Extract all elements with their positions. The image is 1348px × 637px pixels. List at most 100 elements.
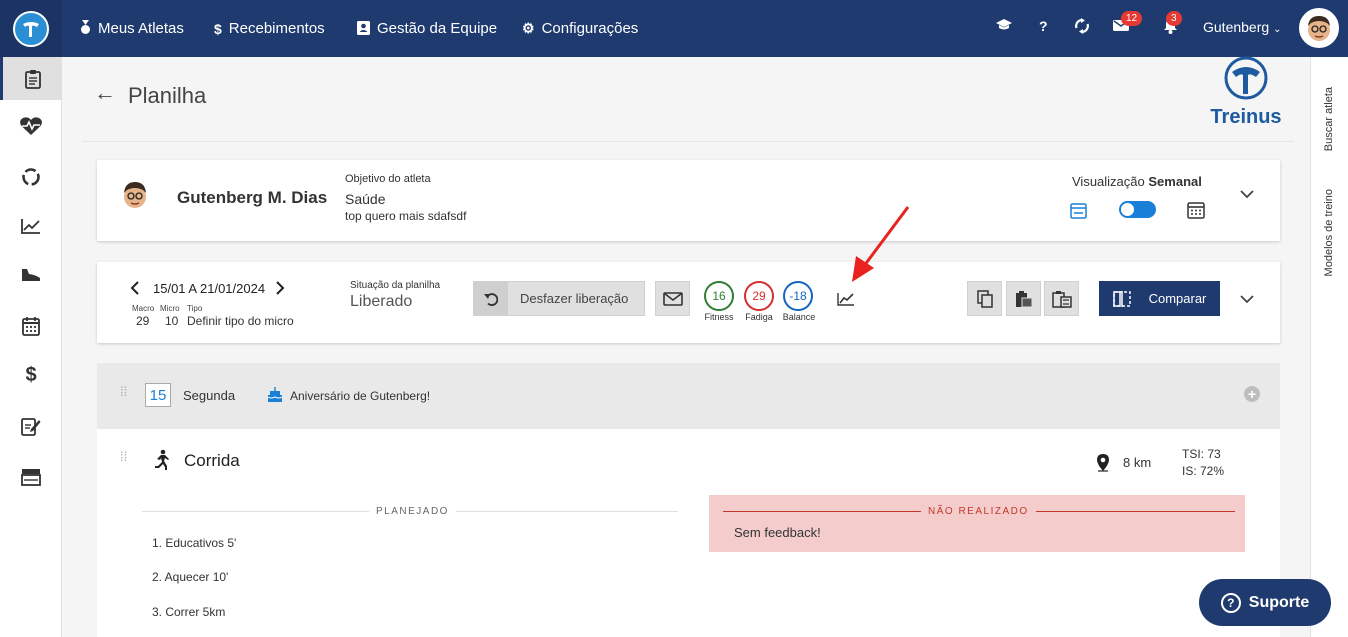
- copy-button[interactable]: [967, 281, 1002, 316]
- user-menu[interactable]: Gutenberg ⌄: [1203, 19, 1281, 35]
- athlete-avatar: [119, 178, 151, 214]
- chevron-down-icon[interactable]: [1240, 291, 1254, 309]
- paste-button[interactable]: [1006, 281, 1041, 316]
- fatigue-label: Fadiga: [745, 312, 773, 322]
- not-done-label: NÃO REALIZADO: [921, 506, 1036, 517]
- workout-title: Corrida: [184, 451, 240, 470]
- annotation-arrow: [852, 206, 910, 282]
- nav-recebimentos[interactable]: $ Recebimentos: [214, 0, 325, 57]
- header-divider: [82, 141, 1294, 142]
- fitness-label: Fitness: [704, 312, 734, 322]
- prev-week-icon[interactable]: [130, 281, 140, 300]
- messages-badge: 12: [1121, 11, 1143, 26]
- sidebar-item-chart[interactable]: [0, 204, 62, 247]
- gears-icon: ⚙: [522, 20, 535, 36]
- calendar-week-icon[interactable]: [1070, 202, 1087, 224]
- page-title: Planilha: [128, 83, 207, 108]
- running-icon: [152, 449, 170, 476]
- sidebar-item-heart[interactable]: [0, 104, 62, 147]
- view-label: Visualização Semanal: [1072, 174, 1202, 189]
- day-weekday: Segunda: [183, 388, 236, 403]
- sidebar-item-shoe[interactable]: [0, 253, 62, 296]
- left-sidebar: $: [0, 57, 62, 637]
- support-button[interactable]: ? Suporte: [1199, 579, 1331, 626]
- search-athlete-tab[interactable]: Buscar atleta: [1323, 87, 1335, 151]
- line-chart-icon: [21, 218, 40, 234]
- macro-label: Macro: [132, 304, 155, 313]
- not-done-panel: NÃO REALIZADO Sem feedback!: [709, 495, 1245, 552]
- email-button[interactable]: [655, 281, 690, 316]
- clipboard-swap-icon: [1051, 290, 1072, 308]
- medal-icon: [80, 19, 91, 38]
- sidebar-item-finance[interactable]: $: [0, 354, 62, 397]
- calendar-month-icon[interactable]: [1187, 201, 1205, 224]
- nav-configuracoes[interactable]: ⚙ Configurações: [522, 0, 638, 57]
- training-models-tab[interactable]: Modelos de treino: [1323, 189, 1335, 276]
- nav-gestao-equipe[interactable]: Gestão da Equipe: [357, 0, 497, 57]
- birthday-text: Aniversário de Gutenberg!: [290, 389, 431, 403]
- objective-value: Saúde: [345, 191, 386, 207]
- shoe-icon: [22, 268, 40, 281]
- fitness-metric[interactable]: 16: [704, 281, 734, 311]
- compare-button[interactable]: Comparar: [1099, 281, 1220, 316]
- list-item: 3. Correr 5km: [152, 605, 226, 619]
- clapperboard-icon: [21, 468, 41, 486]
- sidebar-item-cycle[interactable]: [0, 155, 62, 198]
- day-number-box: 15: [145, 383, 171, 407]
- sidebar-item-calendar[interactable]: [0, 304, 62, 347]
- right-sidebar: Buscar atleta Modelos de treino: [1310, 57, 1348, 637]
- cycle-icon: [22, 167, 40, 186]
- trend-chart-icon[interactable]: [837, 292, 855, 311]
- micro-label: Micro: [160, 304, 180, 313]
- feedback-text: Sem feedback!: [734, 525, 821, 540]
- calendar-icon: [22, 316, 40, 336]
- back-arrow-icon[interactable]: ←: [94, 80, 116, 106]
- add-circle-icon[interactable]: +: [1244, 386, 1260, 402]
- workout-is: IS: 72%: [1182, 464, 1225, 478]
- paste-icon: [1015, 290, 1032, 307]
- workout-tsi: TSI: 73: [1182, 447, 1221, 461]
- drag-handle-icon[interactable]: ⁞⁞: [120, 385, 127, 398]
- notifications-badge: 3: [1166, 11, 1182, 26]
- status-value: Liberado: [350, 293, 413, 310]
- avatar[interactable]: [1299, 8, 1339, 48]
- paste-special-button[interactable]: [1044, 281, 1079, 316]
- undo-icon: [474, 282, 508, 315]
- view-toggle[interactable]: [1119, 201, 1156, 218]
- contact-card-icon: [357, 20, 370, 38]
- graduation-cap-icon[interactable]: [996, 18, 1012, 35]
- list-item: 1. Educativos 5': [152, 536, 237, 550]
- app-logo[interactable]: [0, 0, 62, 57]
- day-header: ⁞⁞ 15 Segunda Aniversário de Gutenberg! …: [97, 363, 1280, 429]
- nav-meus-atletas[interactable]: Meus Atletas: [80, 0, 184, 57]
- undo-release-button[interactable]: Desfazer liberação: [473, 281, 645, 316]
- sync-icon[interactable]: [1075, 18, 1089, 37]
- chevron-down-icon[interactable]: [1240, 186, 1254, 204]
- workout-card: ⁞⁞ Corrida 8 km TSI: 73 IS: 72% PLANEJAD…: [97, 429, 1280, 637]
- fatigue-metric[interactable]: 29: [744, 281, 774, 311]
- sidebar-item-film[interactable]: [0, 455, 62, 498]
- athlete-card: Gutenberg M. Dias Objetivo do atleta Saú…: [97, 160, 1280, 241]
- drag-handle-icon[interactable]: ⁞⁞: [120, 450, 127, 463]
- objective-detail: top quero mais sdafsdf: [345, 209, 467, 223]
- birthday-cake-icon: [267, 386, 283, 408]
- brand-logo: Treinus: [1206, 56, 1286, 130]
- balance-metric[interactable]: -18: [783, 281, 813, 311]
- date-range: 15/01 A 21/01/2024: [153, 281, 266, 296]
- dollar-icon: $: [214, 20, 222, 37]
- brand-name: Treinus: [1210, 106, 1282, 128]
- top-navbar: Meus Atletas $ Recebimentos Gestão da Eq…: [0, 0, 1348, 57]
- objective-label: Objetivo do atleta: [345, 173, 431, 185]
- help-icon[interactable]: ?: [1039, 18, 1048, 34]
- edit-clipboard-icon: [21, 417, 41, 436]
- tipo-value[interactable]: Definir tipo do micro: [187, 314, 294, 328]
- sidebar-item-planilha[interactable]: [0, 57, 62, 100]
- compare-columns-icon: [1112, 290, 1131, 307]
- treinus-logo-icon: [13, 10, 49, 47]
- planned-label: PLANEJADO: [369, 506, 456, 517]
- sidebar-item-edit[interactable]: [0, 404, 62, 447]
- athlete-name: Gutenberg M. Dias: [177, 188, 328, 207]
- clipboard-icon: [24, 69, 41, 89]
- next-week-icon[interactable]: [275, 281, 285, 300]
- help-circle-icon: ?: [1220, 592, 1241, 613]
